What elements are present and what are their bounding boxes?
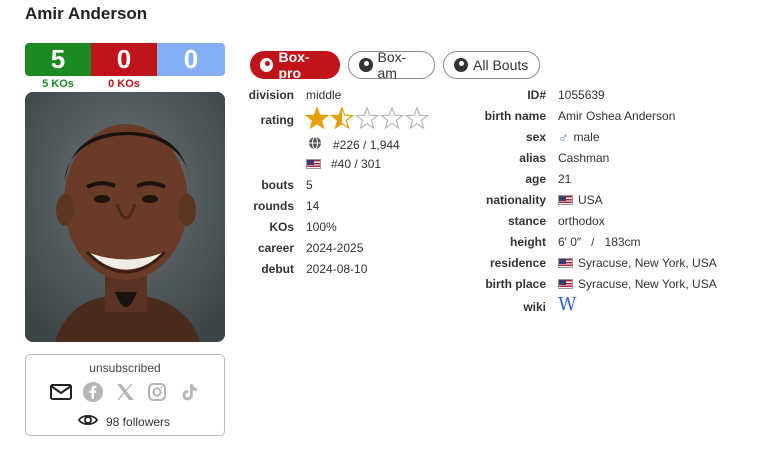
tab-box-pro[interactable]: Box-pro: [250, 49, 340, 81]
user-circle-icon: [454, 58, 468, 72]
world-rank-value: #226 / 1,944: [333, 137, 400, 152]
label-stance: stance: [507, 214, 546, 228]
tab-all-bouts[interactable]: All Bouts: [443, 51, 540, 79]
value-alias: Cashman: [558, 151, 610, 165]
nationality-text: USA: [578, 193, 603, 207]
value-id: 1055639: [558, 88, 605, 102]
tiktok-icon[interactable]: [178, 381, 200, 403]
tab-label: Box-am: [377, 49, 407, 81]
globe-icon: [308, 136, 322, 153]
value-bouts: 5: [306, 178, 313, 192]
value-residence[interactable]: Syracuse, New York, USA: [558, 256, 717, 270]
usa-flag-icon: [558, 279, 573, 289]
label-wiki: wiki: [523, 300, 546, 314]
value-nationality[interactable]: USA: [558, 193, 603, 207]
value-kos: 100%: [306, 220, 337, 234]
facebook-icon[interactable]: [82, 381, 104, 403]
label-kos: KOs: [269, 220, 294, 234]
label-height: height: [510, 235, 546, 249]
value-rounds: 14: [306, 199, 320, 213]
tab-label: All Bouts: [473, 57, 529, 73]
label-rating: rating: [260, 113, 294, 127]
x-twitter-icon[interactable]: [114, 381, 136, 403]
value-height: 6′ 0″ / 183cm: [558, 235, 641, 249]
followers-info[interactable]: 98 followers: [77, 413, 171, 430]
subscription-status: unsubscribed: [89, 361, 161, 375]
label-debut: debut: [261, 262, 294, 276]
instagram-icon[interactable]: [146, 381, 168, 403]
label-birth-name: birth name: [484, 109, 546, 123]
value-stance: orthodox: [558, 214, 605, 228]
label-division: division: [248, 88, 294, 102]
label-alias: alias: [519, 151, 546, 165]
user-circle-icon: [260, 58, 274, 72]
eye-icon: [77, 413, 99, 430]
label-birth-place: birth place: [485, 277, 546, 291]
wins-kos: 5 KOs: [42, 78, 74, 90]
tab-label: Box-pro: [278, 49, 310, 81]
label-sex: sex: [525, 130, 546, 144]
label-nationality: nationality: [485, 193, 546, 207]
followers-count: 98 followers: [106, 414, 171, 429]
social-links: [50, 381, 200, 403]
email-icon[interactable]: [50, 381, 72, 403]
losses-count: 0: [91, 43, 157, 76]
fighter-photo: [25, 92, 225, 342]
residence-text: Syracuse, New York, USA: [578, 256, 717, 270]
usa-flag-icon: [558, 258, 573, 268]
value-career: 2024-2025: [306, 241, 364, 255]
usa-flag-icon: [306, 159, 321, 169]
rating-star-3: [354, 106, 380, 130]
value-sex: ♂ male: [558, 129, 600, 145]
value-debut[interactable]: 2024-08-10: [306, 262, 367, 276]
male-symbol-icon: ♂: [558, 129, 569, 145]
country-rank[interactable]: #40 / 301: [306, 157, 381, 171]
wins-count: 5: [25, 43, 91, 76]
tab-box-am[interactable]: Box-am: [348, 49, 435, 81]
rating-star-4: [379, 106, 405, 130]
sex-text: male: [573, 130, 600, 144]
usa-flag-icon: [558, 195, 573, 205]
wikipedia-icon[interactable]: W: [558, 294, 577, 315]
value-birth-name: Amir Oshea Anderson: [558, 109, 676, 123]
follow-panel: unsubscribed 98 followers: [25, 354, 225, 436]
label-residence: residence: [489, 256, 546, 270]
label-id: ID#: [527, 88, 546, 102]
label-career: career: [257, 241, 294, 255]
label-bouts: bouts: [261, 178, 294, 192]
rating-stars: [305, 106, 431, 132]
rating-star-5: [404, 106, 430, 130]
label-rounds: rounds: [253, 199, 294, 213]
country-rank-value: #40 / 301: [331, 157, 382, 171]
user-circle-icon: [359, 58, 373, 72]
value-age: 21: [558, 172, 572, 186]
label-age: age: [525, 172, 546, 186]
draws-count: 0: [157, 43, 225, 76]
value-birth-place[interactable]: Syracuse, New York, USA: [558, 277, 717, 291]
fighter-name: Amir Anderson: [25, 4, 148, 23]
losses-kos: 0 KOs: [108, 78, 140, 90]
world-rank[interactable]: #226 / 1,944: [308, 136, 400, 153]
birth-place-text: Syracuse, New York, USA: [578, 277, 717, 291]
value-division[interactable]: middle: [306, 88, 341, 102]
rating-star-1: [305, 106, 330, 130]
